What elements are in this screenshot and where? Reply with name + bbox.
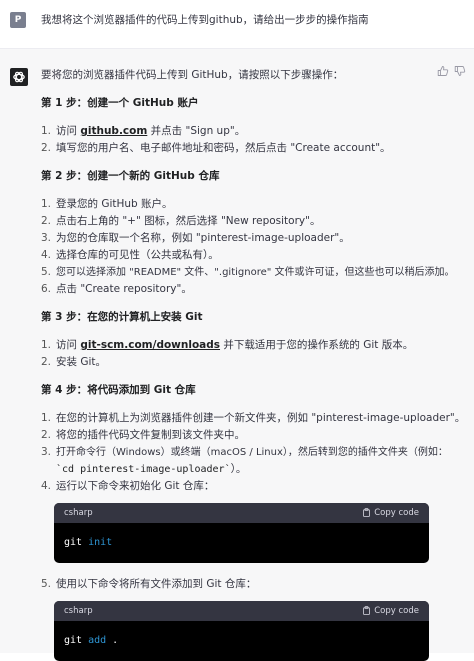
code-command: git [64, 537, 83, 548]
response-intro: 要将您的浏览器插件代码上传到 GitHub，请按照以下步骤操作： [41, 69, 344, 81]
list-text: 使用以下命令将所有文件添加到 Git 仓库： [56, 578, 257, 590]
list-number: 1. [41, 339, 52, 351]
code-language-label: csharp [64, 606, 93, 616]
github-link[interactable]: github.com [80, 125, 147, 137]
thumbs-up-icon[interactable] [437, 65, 449, 77]
list-item: 6. 点击 "Create repository"。 [41, 282, 192, 296]
list-item: 2. 安装 Git。 [41, 355, 106, 369]
list-number: 4. [41, 249, 52, 261]
clipboard-icon [363, 508, 371, 517]
code-block: csharp Copy code git add . [54, 601, 429, 661]
list-number: 2. [41, 142, 52, 154]
list-text: 并点击 "Sign up"。 [147, 125, 246, 137]
user-avatar: P [10, 12, 26, 28]
list-text: 在您的计算机上为浏览器插件创建一个新文件夹，例如 "pinterest-imag… [56, 412, 466, 424]
code-block: csharp Copy code git init [54, 503, 429, 563]
list-text: 选择仓库的可见性（公共或私有）。 [56, 249, 219, 261]
code-argument: . [106, 635, 119, 646]
copy-code-button[interactable]: Copy code [362, 606, 419, 617]
list-number: 2. [41, 429, 52, 441]
list-item: 1. 访问 git-scm.com/downloads 并下载适用于您的操作系统的… [41, 338, 413, 352]
list-item: 2. 将您的插件代码文件复制到该文件夹中。 [41, 428, 245, 442]
step2-heading: 第 2 步：创建一个新的 GitHub 仓库 [41, 170, 220, 182]
list-item: 3. 打开命令行（Windows）或终端（macOS / Linux），然后转到您… [41, 445, 448, 460]
list-text: 您可以选择添加 "README" 文件、".gitignore" 文件或许可证，… [56, 267, 455, 278]
list-item: 4. 选择仓库的可见性（公共或私有）。 [41, 248, 219, 262]
copy-code-label: Copy code [374, 508, 419, 518]
list-item: 5. 使用以下命令将所有文件添加到 Git 仓库： [41, 577, 256, 591]
code-keyword: init [88, 537, 113, 548]
list-item: 1. 在您的计算机上为浏览器插件创建一个新文件夹，例如 "pinterest-im… [41, 411, 465, 425]
list-number: 2. [41, 215, 52, 227]
list-number: 1. [41, 198, 52, 210]
code-command: git [64, 635, 83, 646]
list-item: 3. 为您的仓库取一个名称，例如 "pinterest-image-uploade… [41, 231, 350, 245]
list-text: 点击右上角的 "+" 图标，然后选择 "New repository"。 [56, 215, 321, 227]
list-text: 打开命令行（Windows）或终端（macOS / Linux），然后转到您的插… [56, 447, 448, 458]
list-text: 为您的仓库取一个名称，例如 "pinterest-image-uploader"… [56, 232, 350, 244]
code-block-header: csharp Copy code [54, 601, 429, 621]
list-text: 点击 "Create repository"。 [56, 283, 192, 295]
copy-code-button[interactable]: Copy code [362, 508, 419, 519]
code-language-label: csharp [64, 508, 93, 518]
list-item-continuation: `cd pinterest-image-uploader`）。 [56, 462, 246, 477]
list-item: 4. 运行以下命令来初始化 Git 仓库： [41, 479, 214, 493]
list-text: 并下载适用于您的操作系统的 Git 版本。 [220, 339, 414, 351]
list-text: 填写您的用户名、电子邮件地址和密码，然后点击 "Create account"。 [56, 142, 391, 154]
list-text: 安装 Git。 [56, 356, 107, 368]
code-content: git init [54, 523, 429, 563]
list-number: 3. [41, 446, 52, 458]
list-text: 将您的插件代码文件复制到该文件夹中。 [56, 429, 245, 441]
list-text: 访问 [56, 339, 81, 351]
list-number: 5. [41, 578, 52, 590]
code-content: git add . [54, 621, 429, 661]
list-item: 5. 您可以选择添加 "README" 文件、".gitignore" 文件或许可… [41, 265, 455, 280]
list-text: 访问 [56, 125, 81, 137]
copy-code-label: Copy code [374, 606, 419, 616]
list-text: 登录您的 GitHub 账户。 [56, 198, 173, 210]
list-item: 2. 填写您的用户名、电子邮件地址和密码，然后点击 "Create account… [41, 141, 391, 155]
list-item: 1. 登录您的 GitHub 账户。 [41, 197, 173, 211]
user-message-row: P 我想将这个浏览器插件的代码上传到github，请给出一步步的操作指南 [0, 0, 474, 49]
code-keyword: add [88, 635, 107, 646]
user-message-text: 我想将这个浏览器插件的代码上传到github，请给出一步步的操作指南 [41, 14, 369, 26]
git-download-link[interactable]: git-scm.com/downloads [80, 339, 220, 351]
list-item: 1. 访问 github.com 并点击 "Sign up"。 [41, 124, 245, 138]
list-text: 运行以下命令来初始化 Git 仓库： [56, 480, 215, 492]
list-number: 2. [41, 356, 52, 368]
assistant-message-row: 要将您的浏览器插件代码上传到 GitHub，请按照以下步骤操作： 第 1 步：创… [0, 49, 474, 661]
openai-logo-icon [10, 68, 28, 86]
clipboard-icon [363, 606, 371, 615]
inline-code: `cd pinterest-image-uploader` [56, 464, 231, 475]
step4-heading: 第 4 步：将代码添加到 Git 仓库 [41, 384, 196, 396]
list-number: 3. [41, 232, 52, 244]
code-block-header: csharp Copy code [54, 503, 429, 523]
list-number: 4. [41, 480, 52, 492]
list-item: 2. 点击右上角的 "+" 图标，然后选择 "New repository"。 [41, 214, 320, 228]
list-text: ）。 [230, 463, 247, 475]
step3-heading: 第 3 步：在您的计算机上安装 Git [41, 311, 203, 323]
list-number: 1. [41, 412, 52, 424]
step1-heading: 第 1 步：创建一个 GitHub 账户 [41, 97, 199, 109]
list-number: 6. [41, 283, 52, 295]
list-number: 5. [41, 266, 52, 278]
thumbs-down-icon[interactable] [454, 65, 466, 77]
list-number: 1. [41, 125, 52, 137]
